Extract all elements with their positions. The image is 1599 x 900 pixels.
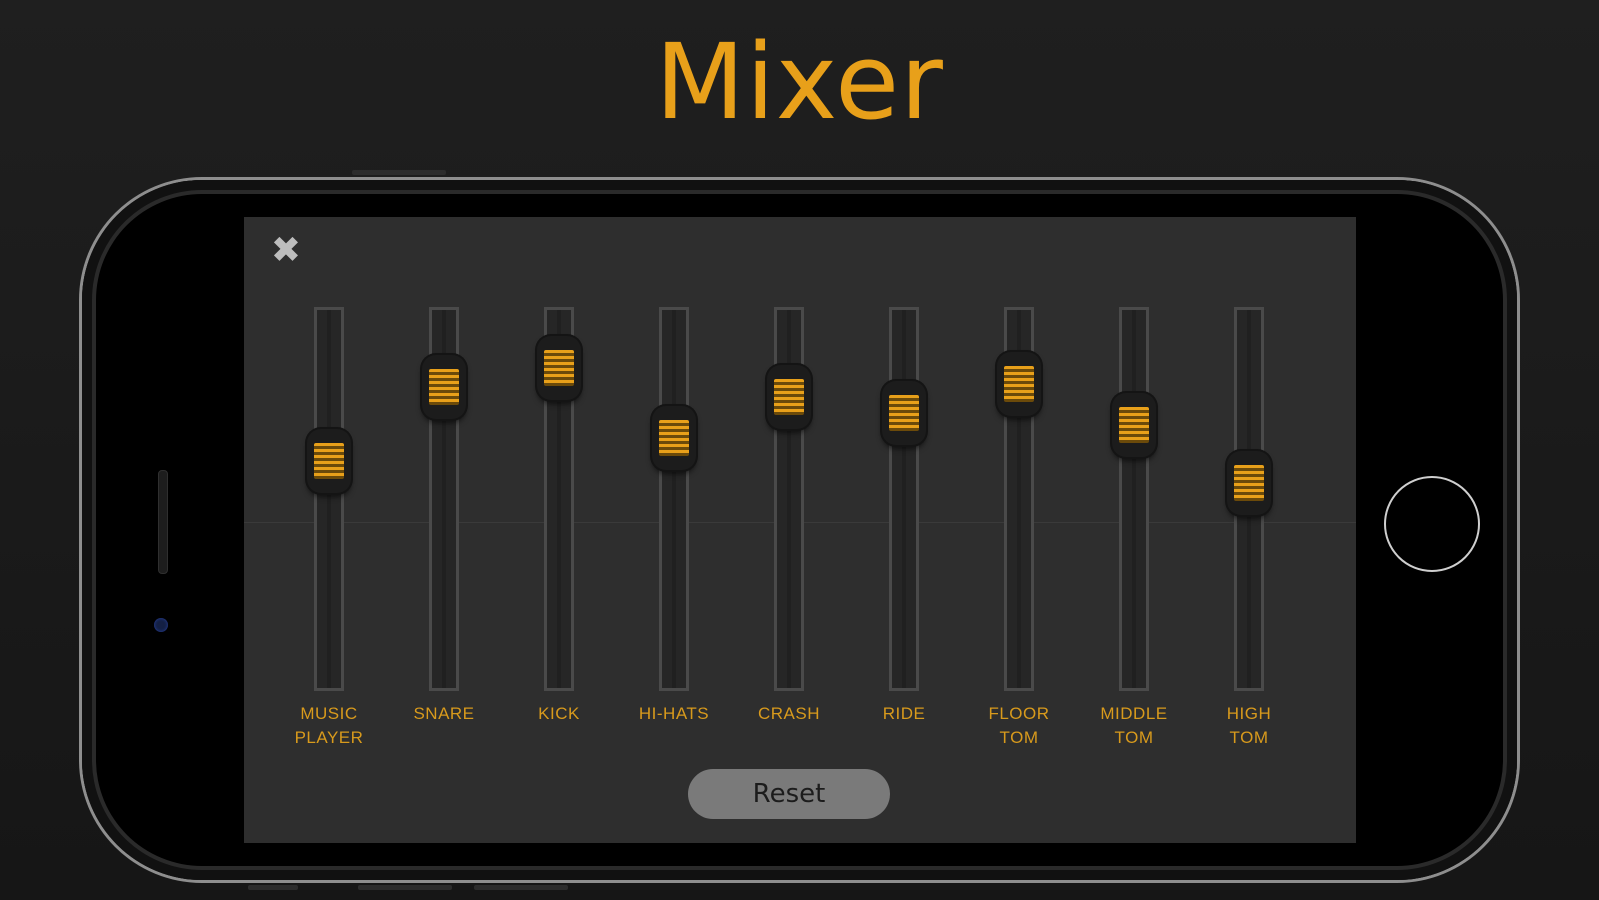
reset-button[interactable]: Reset <box>688 769 890 819</box>
channel-strip: RIDE <box>849 302 959 762</box>
channel-label: MUSIC PLAYER <box>294 704 364 747</box>
fader-track[interactable] <box>1119 307 1149 691</box>
channel-strip: SNARE <box>389 302 499 762</box>
channel-label: HI-HATS <box>638 704 710 723</box>
channel-strip: CRASH <box>734 302 844 762</box>
channel-label: SNARE <box>413 704 475 723</box>
channel-strip: MUSIC PLAYER <box>274 302 384 762</box>
phone-side-button-3 <box>474 885 568 890</box>
grip-lines-icon <box>314 442 344 479</box>
fader-knob[interactable] <box>882 380 926 445</box>
fader-knob[interactable] <box>307 428 351 493</box>
home-button[interactable] <box>1384 476 1480 572</box>
fader-knob[interactable] <box>1112 393 1156 458</box>
channel-label: FLOOR TOM <box>988 704 1050 747</box>
channel-strip: MIDDLE TOM <box>1079 302 1189 762</box>
channel-label: MIDDLE TOM <box>1100 704 1168 747</box>
grip-lines-icon <box>429 369 459 405</box>
phone-side-button-1 <box>248 885 298 890</box>
phone-side-button-2 <box>358 885 452 890</box>
fader-knob[interactable] <box>767 364 811 429</box>
fader-track[interactable] <box>314 307 344 691</box>
grip-lines-icon <box>659 420 689 457</box>
channel-label: RIDE <box>882 704 926 723</box>
app-page: Mixer ✖ MUSIC PLAYER SNARE KICK HI-HATS CRAS… <box>0 0 1599 900</box>
grip-lines-icon <box>774 378 804 415</box>
channel-label: HIGH TOM <box>1226 704 1272 747</box>
channel-strip: KICK <box>504 302 614 762</box>
channel-strip: HI-HATS <box>619 302 729 762</box>
fader-knob[interactable] <box>537 335 581 400</box>
fader-track[interactable] <box>889 307 919 691</box>
grip-lines-icon <box>1119 407 1149 444</box>
fader-knob[interactable] <box>1227 451 1271 515</box>
close-icon[interactable]: ✖ <box>266 231 306 271</box>
grip-lines-icon <box>1234 465 1264 501</box>
phone-earpiece <box>158 470 168 574</box>
fader-knob[interactable] <box>997 351 1041 416</box>
channel-strip: FLOOR TOM <box>964 302 1074 762</box>
phone-volume-button <box>352 170 446 175</box>
fader-knob[interactable] <box>422 355 466 419</box>
front-camera <box>154 618 168 632</box>
page-title: Mixer <box>655 21 944 143</box>
fader-track[interactable] <box>659 307 689 691</box>
fader-knob[interactable] <box>652 406 696 471</box>
channel-label: CRASH <box>757 704 820 723</box>
grip-lines-icon <box>1004 365 1034 402</box>
channel-strip: HIGH TOM <box>1194 302 1304 762</box>
grip-lines-icon <box>544 349 574 386</box>
mixer-screen: ✖ MUSIC PLAYER SNARE KICK HI-HATS CRASH RIDE F… <box>244 217 1356 843</box>
grip-lines-icon <box>889 394 919 431</box>
phone-frame: ✖ MUSIC PLAYER SNARE KICK HI-HATS CRASH RIDE F… <box>82 180 1517 880</box>
channel-label: KICK <box>538 704 580 723</box>
